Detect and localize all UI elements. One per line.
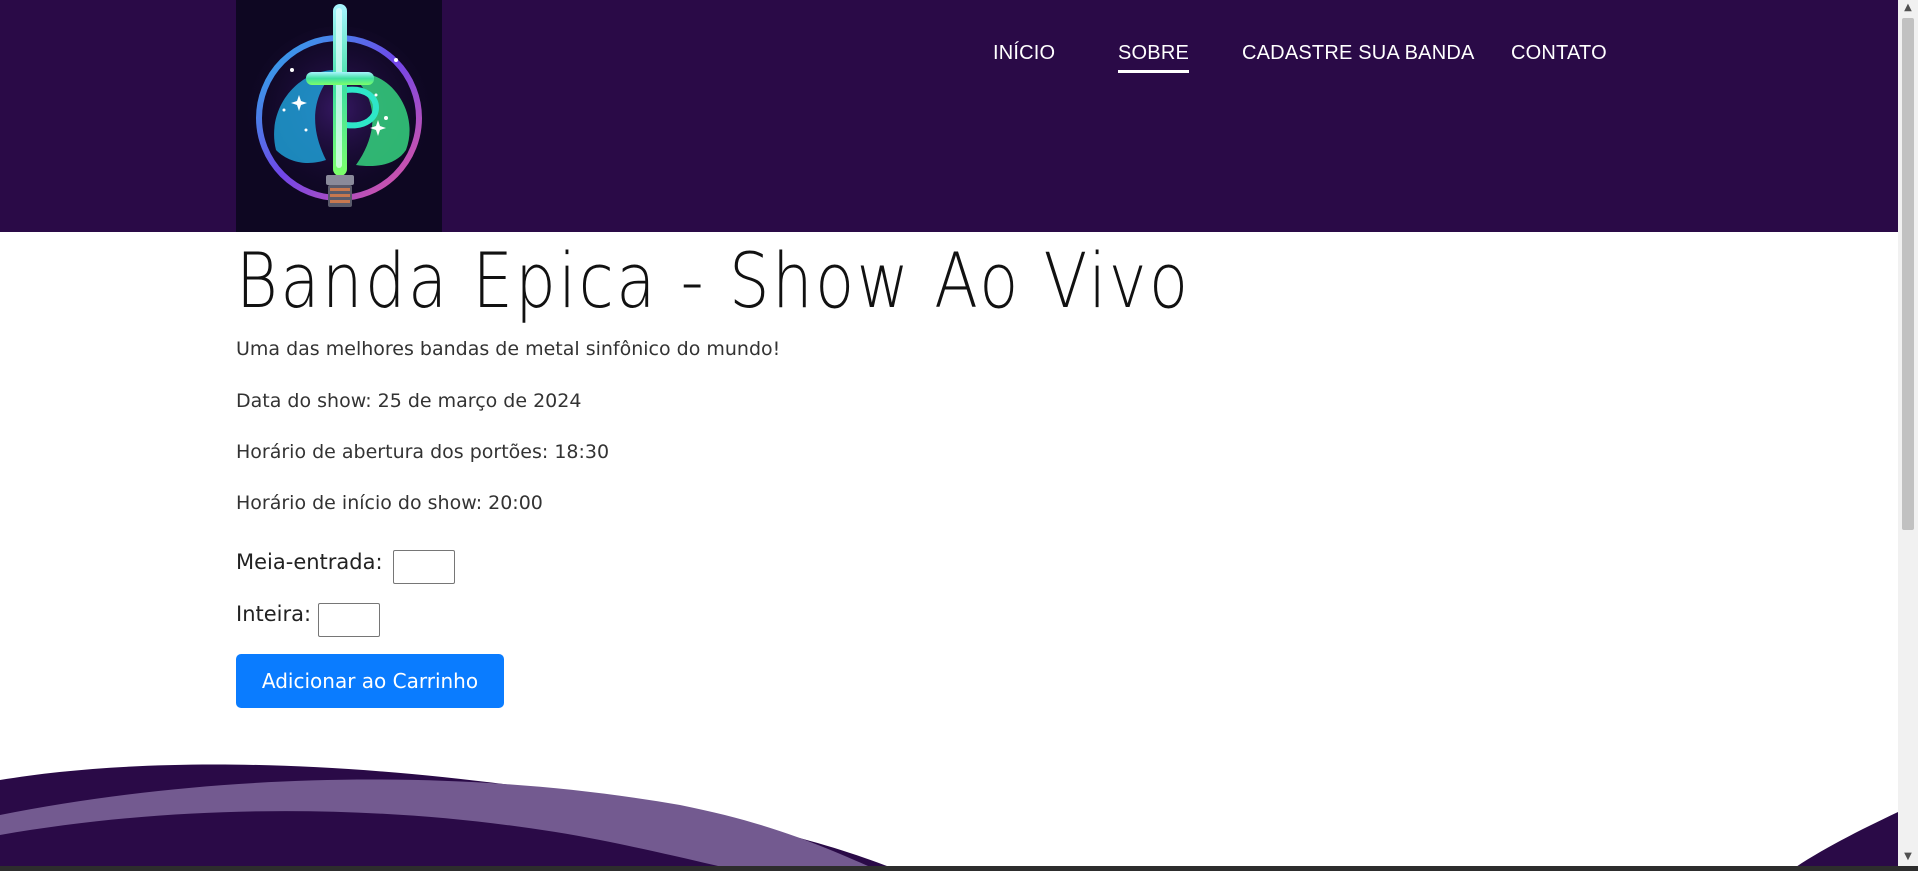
nav-link-cadastre-sua-banda[interactable]: CADASTRE SUA BANDA xyxy=(1242,42,1475,65)
full-ticket-label: Inteira: xyxy=(236,602,312,626)
vertical-scrollbar[interactable]: ▲ ▼ xyxy=(1898,0,1918,871)
half-ticket-input[interactable] xyxy=(393,550,455,584)
nav-link-inicio[interactable]: INÍCIO xyxy=(993,42,1055,65)
scroll-up-arrow-icon[interactable]: ▲ xyxy=(1898,0,1918,16)
show-date: Data do show: 25 de março de 2024 xyxy=(236,390,582,412)
band-logo[interactable] xyxy=(236,0,442,232)
scrollbar-thumb[interactable] xyxy=(1902,18,1914,530)
nav-link-contato[interactable]: CONTATO xyxy=(1511,42,1607,65)
nav-link-sobre[interactable]: SOBRE xyxy=(1118,42,1190,73)
lightsaber-cross-emblem-icon xyxy=(236,0,442,232)
band-description: Uma das melhores bandas de metal sinfôni… xyxy=(236,338,781,360)
main-nav: INÍCIO SOBRE CADASTRE SUA BANDA CONTATO xyxy=(0,42,1898,82)
full-ticket-input[interactable] xyxy=(318,603,380,637)
add-to-cart-button[interactable]: Adicionar ao Carrinho xyxy=(236,654,504,708)
scroll-down-arrow-icon[interactable]: ▼ xyxy=(1898,849,1918,865)
page: INÍCIO SOBRE CADASTRE SUA BANDA CONTATO … xyxy=(0,0,1898,871)
half-ticket-label: Meia-entrada: xyxy=(236,550,383,574)
page-title: Banda Epica - Show Ao Vivo xyxy=(236,236,1191,325)
site-header: INÍCIO SOBRE CADASTRE SUA BANDA CONTATO xyxy=(0,0,1898,232)
window-bottom-edge xyxy=(0,866,1918,871)
show-start-time: Horário de início do show: 20:00 xyxy=(236,492,543,514)
gates-opening-time: Horário de abertura dos portões: 18:30 xyxy=(236,441,610,463)
footer-wave-decoration xyxy=(0,764,1898,871)
